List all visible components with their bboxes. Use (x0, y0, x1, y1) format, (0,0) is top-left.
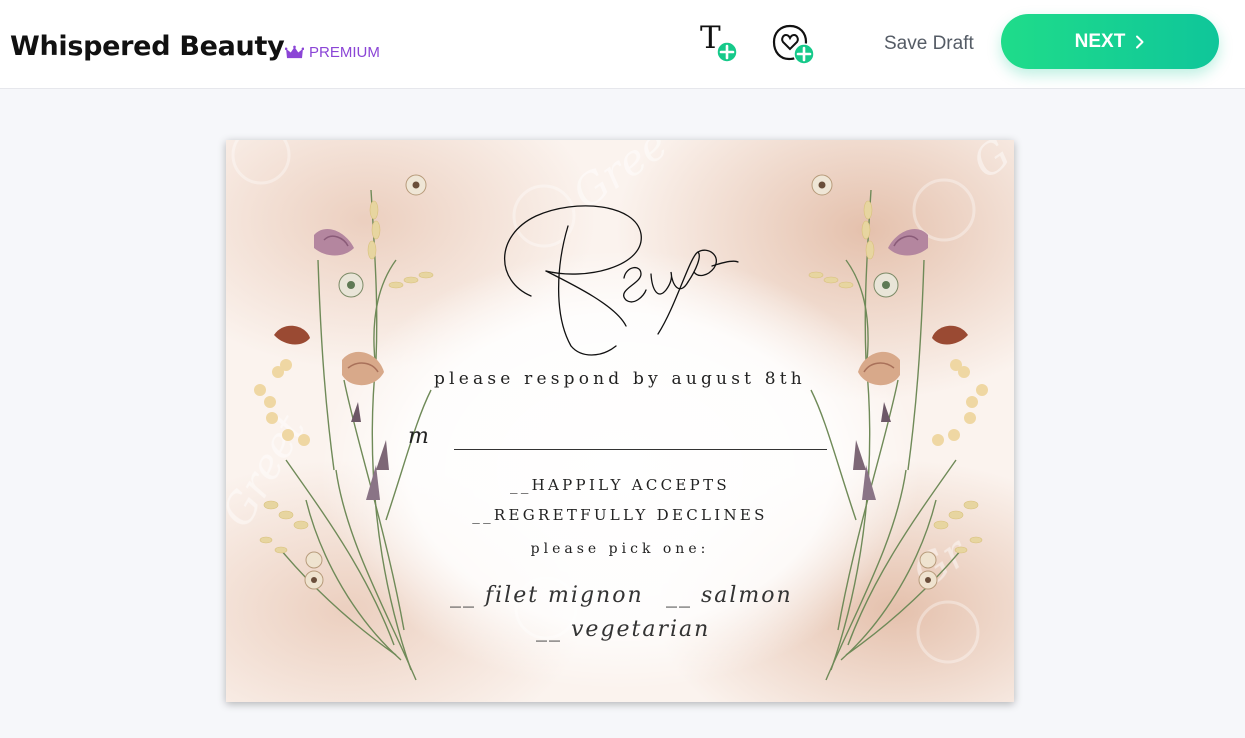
add-sticker-button[interactable] (770, 20, 818, 68)
save-draft-button[interactable]: Save Draft (884, 33, 974, 55)
add-text-button[interactable]: T (697, 20, 745, 68)
next-button[interactable]: NEXT (1001, 14, 1219, 69)
text-add-icon: T (700, 20, 738, 63)
respond-by-text: please respond by august 8th (434, 369, 806, 389)
meal-option-vegetarian: __ vegetarian (536, 617, 711, 642)
decline-option: __REGRETFULLY DECLINES (472, 506, 768, 524)
premium-label: PREMIUM (309, 43, 380, 61)
name-blank-line (454, 449, 827, 450)
meal-option-salmon: __ salmon (666, 583, 793, 608)
invitation-card[interactable]: Gree G Greet Gr please respond by august… (226, 140, 1014, 702)
pick-prompt: please pick one: (530, 541, 710, 557)
name-prefix: m (408, 424, 429, 449)
rsvp-script-title (503, 205, 739, 356)
accept-option: __HAPPILY ACCEPTS (510, 476, 730, 494)
top-bar: Whispered Beauty PREMIUM T Save Draft NE… (0, 0, 1245, 89)
crown-icon (285, 45, 304, 58)
premium-badge: PREMIUM (285, 43, 380, 61)
next-label: NEXT (1074, 30, 1126, 52)
design-title: Whispered Beauty (10, 31, 285, 62)
chevron-right-icon (1136, 35, 1144, 48)
sticker-add-icon (772, 24, 815, 65)
meal-option-filet: __ filet mignon (450, 583, 644, 608)
